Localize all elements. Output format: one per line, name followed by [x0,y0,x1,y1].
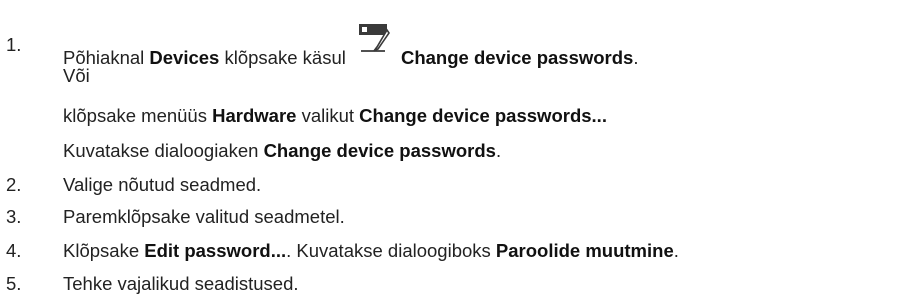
list-item-step-3: 3. Paremklõpsake valitud seadmetel. [0,206,907,230]
text-segment: Klõpsake [63,240,145,261]
step-number: 5. [6,273,22,294]
step-1-line-3: klõpsake menüüs Hardware valikut Change … [63,105,607,127]
step-text: Klõpsake Edit password.... Kuvatakse dia… [63,240,679,262]
step-number: 4. [6,240,22,261]
step-text: Valige nõutud seadmed. [63,174,262,195]
list-item-step-4: 4. Klõpsake Edit password.... Kuvatakse … [0,240,907,264]
text-segment: . [495,140,502,161]
ui-term-change-device-passwords: Change device passwords [400,47,634,68]
ui-term-devices: Devices [149,47,220,68]
step-1-line-4: Kuvatakse dialoogiaken Change device pas… [63,140,501,162]
text-segment: Kuvatakse dialoogiaken [63,140,264,161]
step-number: 1. [6,34,22,55]
ui-term-change-device-passwords-dialog: Change device passwords [263,140,496,161]
list-item-step-2: 2. Valige nõutud seadmed. [0,174,907,198]
text-segment: valikut [296,105,360,126]
text-segment: . Kuvatakse dialoogiboks [286,240,496,261]
ui-term-edit-password: Edit password... [144,240,287,261]
ui-term-hardware: Hardware [212,105,297,126]
text-segment: . [633,47,639,68]
list-item-step-5: 5. Tehke vajalikud seadistused. [0,273,907,297]
ui-term-paroolide-muutmine: Paroolide muutmine [495,240,674,261]
text-segment: klõpsake menüüs [63,105,213,126]
ui-term-change-device-passwords-menu: Change device passwords... [359,105,607,126]
step-text: Tehke vajalikud seadistused. [63,273,299,294]
step-text: Põhiaknal Devices klõpsake käsul Change … [63,24,639,69]
text-segment: klõpsake käsul [219,47,351,68]
step-1-or: Või [63,65,90,86]
step-text: Paremklõpsake valitud seadmetel. [63,206,345,227]
list-item-step-1: 1. Põhiaknal Devices klõpsake käsul Chan… [0,24,907,68]
step-number: 3. [6,206,22,227]
step-number: 2. [6,174,22,195]
text-segment: . [673,240,679,261]
change-device-passwords-icon [357,20,395,54]
